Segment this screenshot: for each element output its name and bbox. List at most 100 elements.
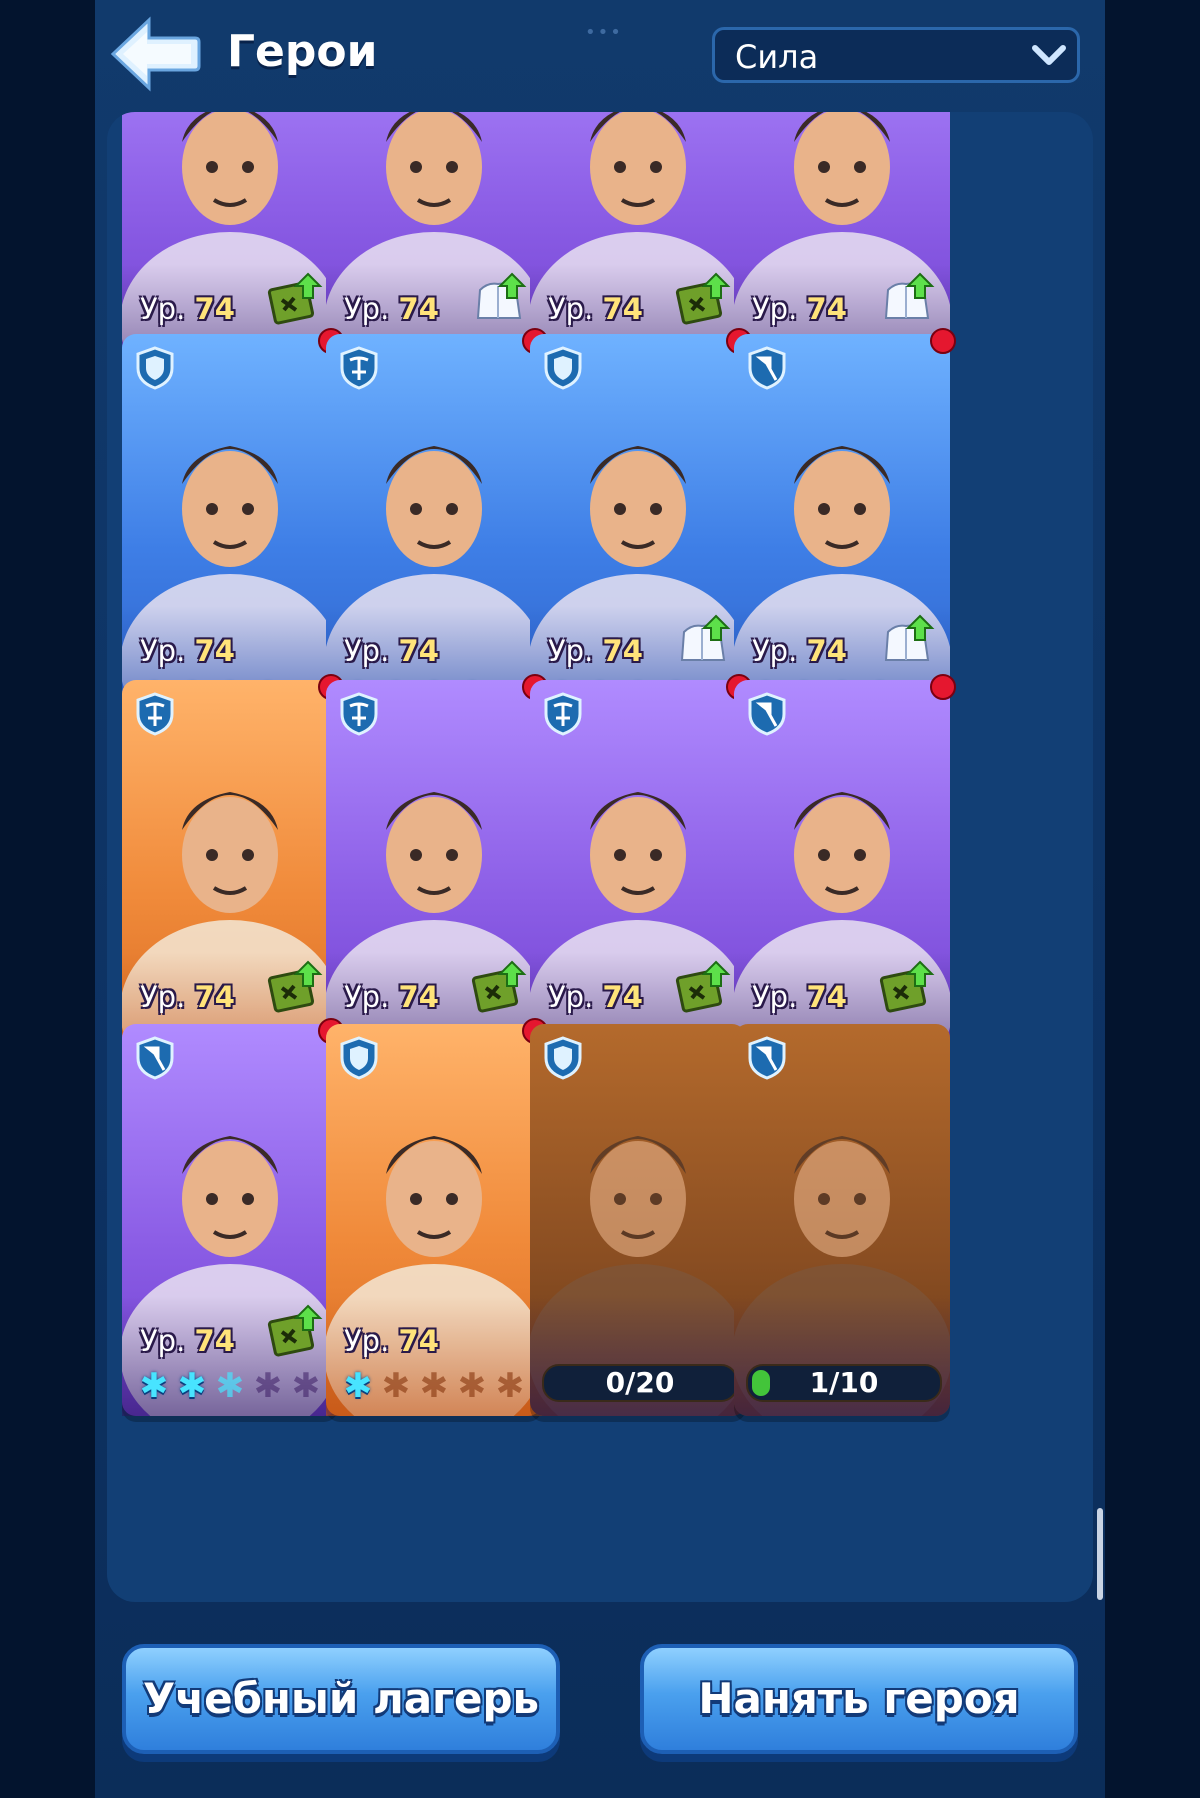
level-number: 74 [806,980,847,1014]
level-number: 74 [806,634,847,668]
level-prefix: Ур. [752,980,798,1014]
hero-card[interactable]: Ур. 74✱✱✱✱✱ [732,674,956,1100]
spear-role-icon [134,1036,176,1080]
star-rating: ✱✱✱✱✱ [136,1368,324,1404]
level-prefix: Ур. [344,292,390,326]
level-number: 74 [602,634,643,668]
hero-card[interactable]: Ур. 74✱✱✱✱✱ [120,1018,344,1444]
level-prefix: Ур. [752,292,798,326]
star-empty-icon: ✱ [419,1366,449,1406]
crossbow-role-icon [338,346,380,390]
star-empty-icon: ✱ [495,1366,525,1406]
level-number: 74 [194,634,235,668]
hero-level: Ур. 74 [548,292,643,326]
gear-upgrade-icon [878,612,936,670]
hero-card[interactable]: Ур. 74✱✱✱✱✱ [324,1018,548,1444]
level-prefix: Ур. [548,292,594,326]
crossbow-role-icon [338,692,380,736]
shield-role-icon [338,1036,380,1080]
sort-selected-value: Сила [735,38,819,76]
level-prefix: Ур. [140,292,186,326]
star-half-icon: ✱ [215,1366,245,1406]
hero-level: Ур. 74 [548,634,643,668]
level-prefix: Ур. [140,634,186,668]
back-arrow-icon [110,16,201,92]
star-empty-icon: ✱ [381,1366,411,1406]
level-number: 74 [398,1324,439,1358]
hero-card[interactable]: Ур. 74✱✱✱✱✱ [120,328,344,754]
hero-card[interactable]: Ур. 74✱✱✱✱✱ [732,328,956,754]
gear-upgrade-icon [878,270,936,328]
level-number: 74 [194,1324,235,1358]
hero-level: Ур. 74 [140,980,235,1014]
hero-card-locked[interactable]: 1/10 [734,1024,950,1416]
hero-level: Ур. 74 [344,980,439,1014]
level-number: 74 [602,292,643,326]
level-prefix: Ур. [344,980,390,1014]
star-full-icon: ✱ [139,1366,169,1406]
hero-level: Ур. 74 [752,292,847,326]
training-camp-button[interactable]: Учебный лагерь [122,1644,560,1754]
star-empty-icon: ✱ [291,1366,321,1406]
crossbow-role-icon [134,692,176,736]
level-prefix: Ур. [548,980,594,1014]
hero-level: Ур. 74 [548,980,643,1014]
level-prefix: Ур. [344,634,390,668]
header: Герои Сила [95,0,1105,110]
level-prefix: Ур. [140,1324,186,1358]
skill-manual-upgrade-icon [674,270,732,328]
skill-manual-upgrade-icon [470,958,528,1016]
star-rating: ✱✱✱✱✱ [340,1368,528,1404]
hero-level: Ур. 74 [752,634,847,668]
level-number: 74 [806,292,847,326]
star-empty-icon: ✱ [457,1366,487,1406]
shield-role-icon [134,346,176,390]
notification-dot [930,674,956,700]
level-number: 74 [602,980,643,1014]
scrollbar[interactable] [1097,1508,1103,1600]
level-prefix: Ур. [752,634,798,668]
level-prefix: Ур. [548,634,594,668]
hero-card[interactable]: Ур. 74✱✱✱✱✱ [324,328,548,754]
skill-manual-upgrade-icon [674,958,732,1016]
star-empty-icon: ✱ [253,1366,283,1406]
gear-upgrade-icon [470,270,528,328]
gear-upgrade-icon [674,612,732,670]
shard-progress-bar: 1/10 [746,1364,942,1402]
notification-dot [930,328,956,354]
level-prefix: Ур. [140,980,186,1014]
skill-manual-upgrade-icon [266,270,324,328]
hero-card[interactable]: Ур. 74✱✱✱✱✱ [324,674,548,1100]
skill-manual-upgrade-icon [266,958,324,1016]
shield-role-icon [542,346,584,390]
shield-role-icon [542,1036,584,1080]
skill-manual-upgrade-icon [266,1302,324,1360]
star-full-icon: ✱ [177,1366,207,1406]
heroes-screen: ••• Герои Сила Ур. 74✱✱✱✱✱Ур. 74✱✱✱✱✱Ур.… [95,0,1105,1798]
hero-level: Ур. 74 [140,634,235,668]
training-camp-label: Учебный лагерь [142,1674,540,1723]
level-prefix: Ур. [344,1324,390,1358]
hero-card-locked[interactable]: 0/20 [530,1024,746,1416]
level-number: 74 [194,292,235,326]
sort-dropdown[interactable]: Сила [712,27,1080,83]
hero-level: Ур. 74 [344,634,439,668]
spear-role-icon [746,346,788,390]
hero-card[interactable]: Ур. 74✱✱✱✱✱ [528,674,752,1100]
star-full-icon: ✱ [343,1366,373,1406]
level-number: 74 [194,980,235,1014]
hero-level: Ур. 74 [752,980,847,1014]
hero-level: Ур. 74 [344,292,439,326]
page-title: Герои [227,26,378,77]
spear-role-icon [746,1036,788,1080]
hero-card[interactable]: Ур. 74✱✱✱✱✱ [120,674,344,1100]
level-number: 74 [398,980,439,1014]
hero-level: Ур. 74 [344,1324,439,1358]
hero-level: Ур. 74 [140,292,235,326]
hero-card[interactable]: Ур. 74✱✱✱✱✱ [528,328,752,754]
hire-hero-button[interactable]: Нанять героя [640,1644,1078,1754]
hero-grid[interactable]: Ур. 74✱✱✱✱✱Ур. 74✱✱✱✱✱Ур. 74✱✱✱✱✱Ур. 74✱… [107,112,1093,1602]
level-number: 74 [398,292,439,326]
level-number: 74 [398,634,439,668]
back-button[interactable] [109,16,201,92]
